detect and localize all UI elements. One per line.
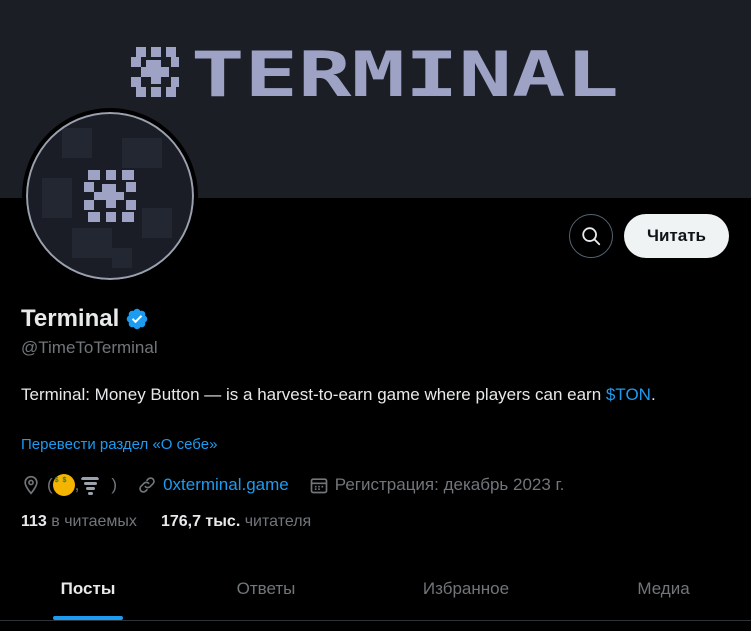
following-label: в читаемых (51, 513, 137, 530)
profile-handle: @TimeToTerminal (21, 338, 158, 357)
followers-count: 176,7 тыс. (160, 513, 241, 530)
tab-media-label: Медиа (637, 579, 690, 598)
profile-name-row: Terminal (21, 305, 149, 333)
bio-cashtag-link[interactable]: $TON (606, 385, 651, 404)
search-button[interactable] (569, 214, 613, 258)
following-count: 113 (21, 513, 47, 530)
profile-name: Terminal (21, 305, 120, 332)
website-item: 0xterminal.game (137, 475, 289, 495)
verified-badge-icon[interactable] (125, 307, 149, 331)
location-pin-icon (24, 475, 38, 495)
tab-replies[interactable]: Ответы (176, 558, 356, 620)
tab-posts-label: Посты (60, 579, 116, 598)
follow-button[interactable]: Читать (624, 214, 729, 258)
joined-item: Регистрация: декабрь 2023 г. (309, 475, 565, 495)
translate-bio-link[interactable]: Перевести раздел «О себе» (21, 436, 217, 453)
profile-meta: ( , ) 0xterminal.game Регистрация: декаб… (21, 470, 584, 500)
followers-stat[interactable]: 176,7 тыс. читателя (161, 513, 311, 531)
bio-text: Terminal: Money Button — is a harvest-to… (21, 385, 602, 404)
avatar[interactable] (22, 108, 198, 284)
location-close-paren: ) (111, 475, 118, 494)
location-open-paren: ( (47, 475, 53, 494)
followers-label: читателя (244, 513, 312, 530)
profile-bio: Terminal: Money Button — is a harvest-to… (21, 383, 721, 407)
following-stat[interactable]: 113 в читаемых (21, 513, 137, 531)
tab-highlights[interactable]: Избранное (356, 558, 576, 620)
joined-date: Регистрация: декабрь 2023 г. (334, 475, 565, 494)
search-icon (582, 227, 601, 246)
tab-highlights-label: Избранное (422, 579, 510, 598)
bio-suffix: . (650, 385, 656, 404)
tab-media[interactable]: Медиа (576, 558, 751, 620)
terminal-logo: TERMINAL (131, 47, 619, 97)
tab-posts[interactable]: Посты (0, 558, 176, 620)
link-icon (139, 477, 155, 493)
profile-stats: 113 в читаемых 176,7 тыс. читателя (21, 513, 335, 531)
calendar-icon (310, 478, 328, 494)
profile-tabs: Посты Ответы Избранное Медиа (0, 558, 751, 620)
banner-logo-text: TERMINAL (191, 47, 619, 97)
tab-replies-label: Ответы (236, 579, 296, 598)
tornado-emoji-icon (81, 477, 100, 495)
website-link[interactable]: 0xterminal.game (163, 475, 289, 495)
money-mouth-emoji-icon (52, 474, 75, 496)
avatar-ring (26, 112, 194, 280)
location-item: ( , ) (21, 474, 117, 496)
tabs-divider (0, 620, 751, 621)
